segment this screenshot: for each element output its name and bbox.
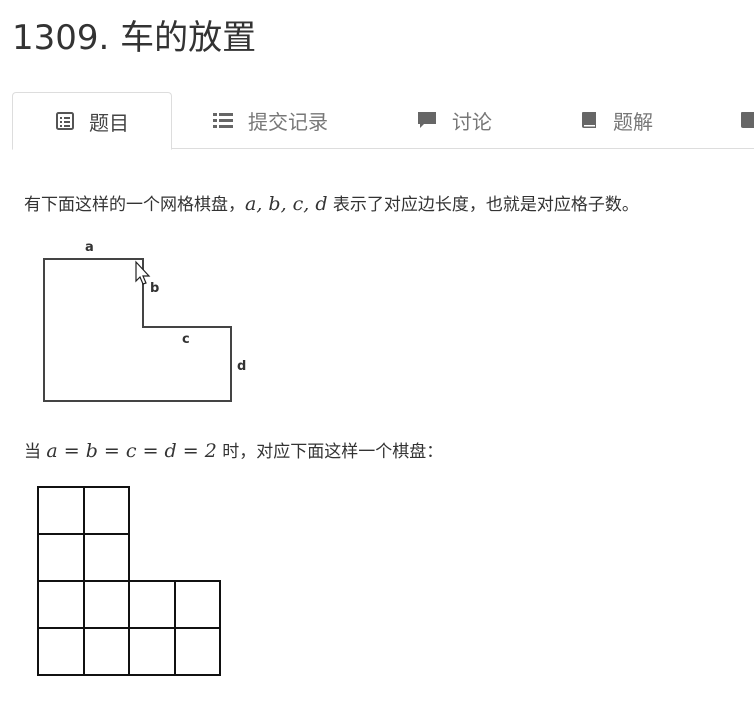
grid-cell xyxy=(128,627,176,676)
intro-text-end: 表示了对应边长度，也就是对应格子数。 xyxy=(327,195,639,215)
example-board-grid xyxy=(37,486,221,676)
document-icon xyxy=(55,111,75,131)
grid-cell xyxy=(128,580,176,629)
grid-cell xyxy=(174,627,221,676)
grid-cell xyxy=(174,580,221,629)
tab-more-partial[interactable] xyxy=(738,92,754,148)
diagram-label-d: d xyxy=(237,359,246,374)
diagram-label-b: b xyxy=(150,281,159,296)
example-text-end: 时，对应下面这样一个棋盘： xyxy=(216,442,444,462)
tab-discussion-label: 讨论 xyxy=(452,109,492,134)
tab-problem[interactable]: 题目 xyxy=(12,92,172,150)
tab-submissions-label: 提交记录 xyxy=(248,109,328,134)
list-icon xyxy=(212,110,234,130)
book-icon xyxy=(579,110,599,130)
grid-cell xyxy=(83,486,130,535)
page-title: 1309. 车的放置 xyxy=(12,18,257,58)
grid-cell xyxy=(83,627,130,676)
diagram-label-c: c xyxy=(182,332,190,347)
tab-solutions[interactable]: 题解 xyxy=(579,92,653,148)
tab-solutions-label: 题解 xyxy=(613,109,653,134)
board-shape-diagram: a b c d xyxy=(43,240,246,402)
book-icon xyxy=(738,110,754,130)
grid-cell xyxy=(37,627,85,676)
intro-text: 有下面这样的一个网格棋盘， xyxy=(24,195,245,215)
example-text: 当 xyxy=(24,442,47,462)
intro-variables: a, b, c, d xyxy=(245,193,328,215)
grid-cell xyxy=(83,533,130,582)
example-sentence: 当 a = b = c = d = 2 时，对应下面这样一个棋盘： xyxy=(24,437,443,462)
tab-submissions[interactable]: 提交记录 xyxy=(212,92,328,148)
diagram-label-a: a xyxy=(85,240,94,255)
grid-cell xyxy=(37,533,85,582)
tab-discussion[interactable]: 讨论 xyxy=(416,92,492,148)
grid-cell xyxy=(37,580,85,629)
problem-intro: 有下面这样的一个网格棋盘，a, b, c, d 表示了对应边长度，也就是对应格子… xyxy=(24,190,639,215)
tab-problem-label: 题目 xyxy=(89,110,129,135)
example-equation: a = b = c = d = 2 xyxy=(46,440,217,462)
grid-cell xyxy=(83,580,130,629)
comment-icon xyxy=(416,110,438,130)
grid-cell xyxy=(37,486,85,535)
